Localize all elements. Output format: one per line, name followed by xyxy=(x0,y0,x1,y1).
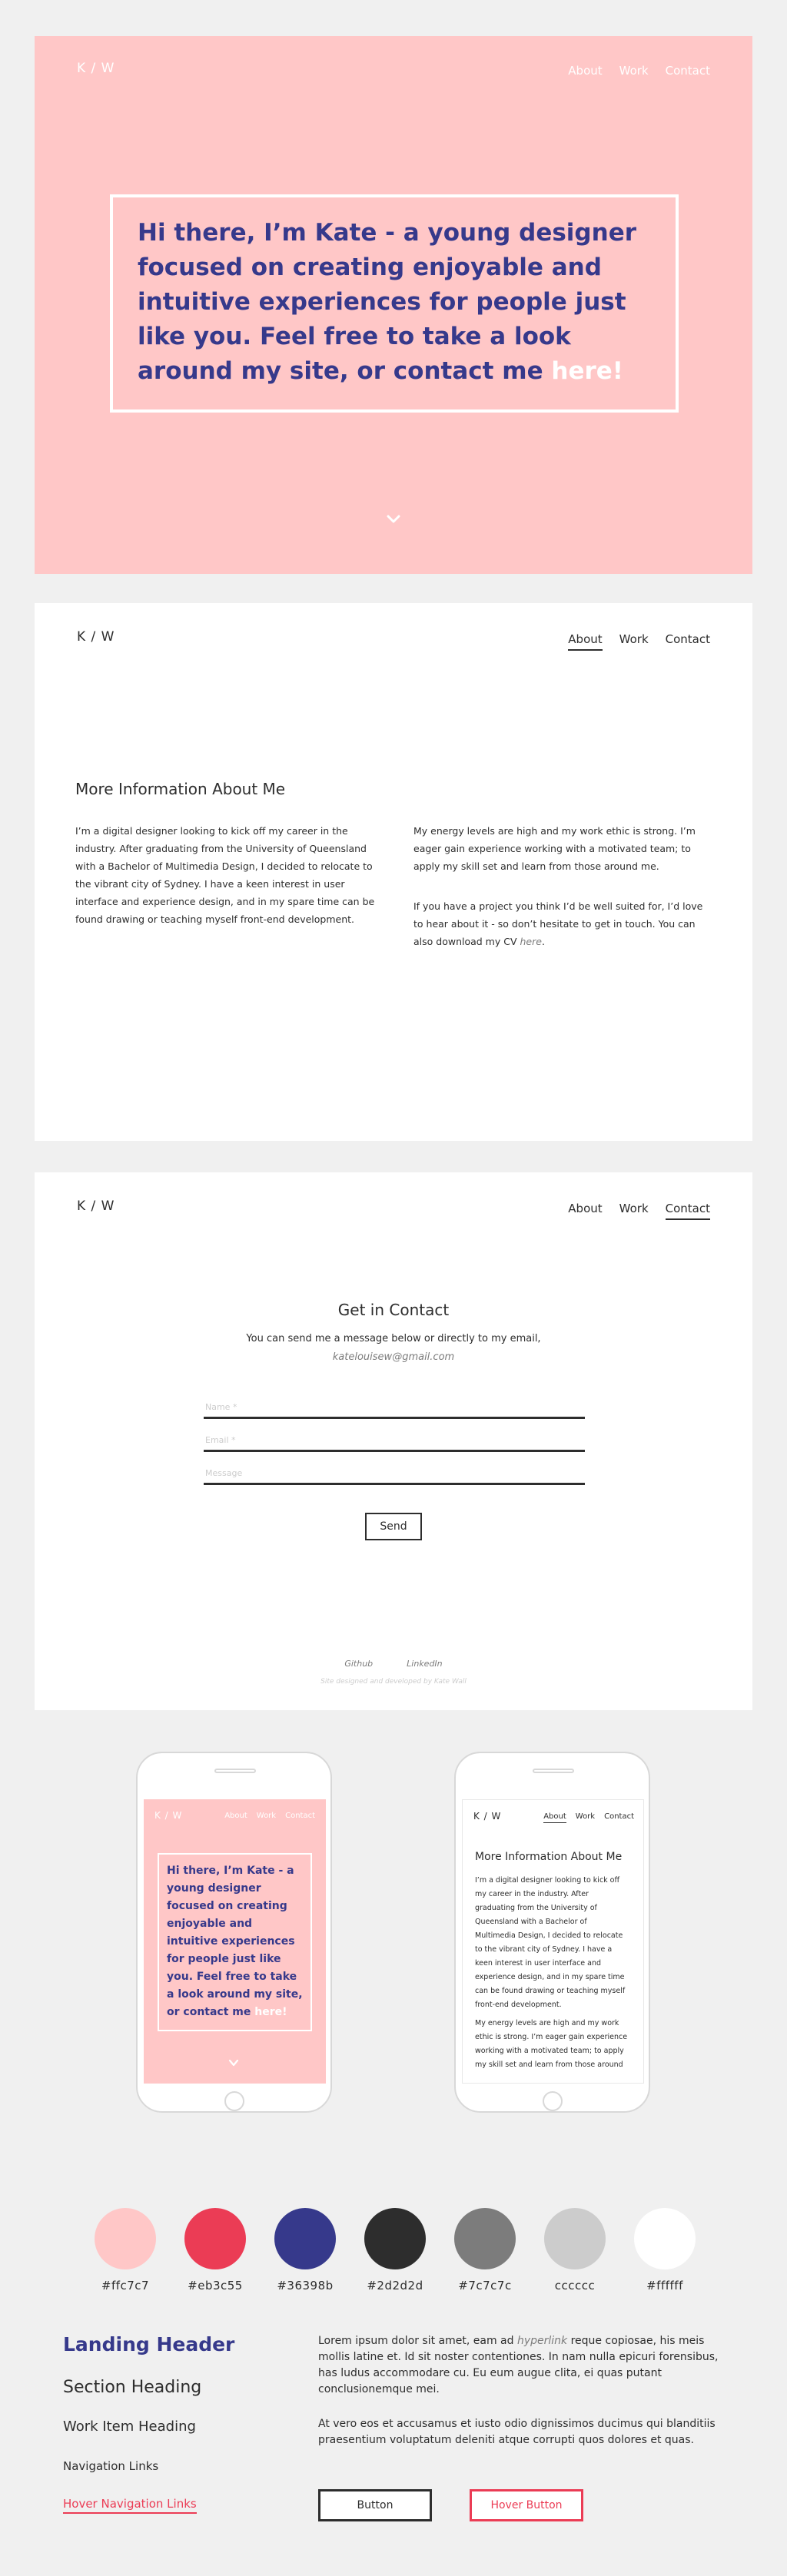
about-paragraph-2: My energy levels are high and my work et… xyxy=(413,825,696,872)
hero-intro-text: Hi there, I’m Kate - a young designer fo… xyxy=(138,216,651,389)
chevron-down-icon[interactable] xyxy=(385,510,402,527)
style-button[interactable]: Button xyxy=(318,2489,432,2521)
chevron-down-icon[interactable] xyxy=(228,2057,239,2068)
color-swatch xyxy=(454,2208,516,2269)
main-nav: About Work Contact xyxy=(568,64,710,81)
style-navigation-link[interactable]: Navigation Links xyxy=(63,2459,158,2473)
style-landing-header: Landing Header xyxy=(63,2333,235,2356)
main-nav: About Work Contact xyxy=(568,632,710,651)
hero-intro-box: Hi there, I’m Kate - a young designer fo… xyxy=(110,194,679,413)
mobile-hero-link[interactable]: here! xyxy=(254,2006,287,2018)
mobile-about-paragraph-2: My energy levels are high and my work et… xyxy=(475,2019,628,2069)
style-body-paragraph-1: Lorem ipsum dolor sit amet, eam ad hyper… xyxy=(318,2333,726,2398)
hero-contact-link[interactable]: here! xyxy=(551,357,623,385)
nav-link-contact[interactable]: Contact xyxy=(666,632,710,651)
color-swatch xyxy=(274,2208,336,2269)
mobile-nav-work[interactable]: Work xyxy=(257,1812,276,1822)
mobile-hero-text: Hi there, I’m Kate - a young designer fo… xyxy=(167,1865,303,2018)
about-paragraph-1: I’m a digital designer looking to kick o… xyxy=(75,825,375,925)
mobile-screen-hero: K / W About Work Contact Hi there, I’m K… xyxy=(144,1799,326,2084)
nav-link-about[interactable]: About xyxy=(568,1202,602,1220)
mobile-nav-about[interactable]: About xyxy=(543,1812,566,1823)
mobile-logo[interactable]: K / W xyxy=(154,1810,182,1821)
hero-section: K / W About Work Contact Hi there, I’m K… xyxy=(35,36,752,574)
style-hyperlink[interactable]: hyperlink xyxy=(517,2335,567,2347)
color-swatch xyxy=(544,2208,606,2269)
mobile-logo[interactable]: K / W xyxy=(473,1811,501,1822)
color-swatch-label: #2d2d2d xyxy=(367,2279,423,2293)
nav-link-work[interactable]: Work xyxy=(619,64,649,81)
message-field[interactable]: Message xyxy=(204,1465,585,1485)
color-swatch xyxy=(95,2208,156,2269)
style-body-text-a: Lorem ipsum dolor sit amet, eam ad xyxy=(318,2335,514,2347)
phone-home-button xyxy=(543,2091,563,2111)
mobile-nav: About Work Contact xyxy=(543,1812,634,1823)
footer-credit: Site designed and developed by Kate Wall xyxy=(320,1678,467,1686)
mobile-nav-contact[interactable]: Contact xyxy=(604,1812,634,1823)
about-section: K / W About Work Contact More Informatio… xyxy=(35,603,752,1141)
mobile-screen-about: K / W About Work Contact More Informatio… xyxy=(462,1799,644,2084)
nav-link-contact[interactable]: Contact xyxy=(666,64,710,81)
about-paragraph-3-end: . xyxy=(541,936,545,947)
mobile-about-paragraph-1: I’m a digital designer looking to kick o… xyxy=(475,1876,626,2009)
send-button[interactable]: Send xyxy=(365,1513,422,1540)
mobile-nav: About Work Contact xyxy=(224,1812,315,1822)
style-work-item-heading: Work Item Heading xyxy=(63,2419,196,2435)
nav-link-contact[interactable]: Contact xyxy=(665,1202,710,1220)
mobile-hero-box: Hi there, I’m Kate - a young designer fo… xyxy=(158,1853,312,2031)
footer-links: Github LinkedIn xyxy=(35,1659,752,1669)
contact-subtitle: You can send me a message below or direc… xyxy=(246,1333,541,1344)
main-nav: About Work Contact xyxy=(568,1202,710,1220)
color-swatch xyxy=(634,2208,696,2269)
color-swatch xyxy=(364,2208,426,2269)
mobile-nav-about[interactable]: About xyxy=(224,1812,247,1822)
style-body-paragraph-2: At vero eos et accusamus et iusto odio d… xyxy=(318,2418,716,2446)
color-swatch-label: cccccc xyxy=(554,2279,596,2293)
cv-download-link[interactable]: here xyxy=(520,936,542,947)
mobile-nav-work[interactable]: Work xyxy=(576,1812,595,1823)
color-swatch-label: #36398b xyxy=(277,2279,334,2293)
site-logo[interactable]: K / W xyxy=(77,629,115,645)
contact-heading: Get in Contact xyxy=(337,1301,450,1319)
style-hover-button[interactable]: Hover Button xyxy=(470,2489,583,2521)
color-swatch xyxy=(184,2208,246,2269)
nav-link-about[interactable]: About xyxy=(568,64,602,81)
github-link[interactable]: Github xyxy=(344,1659,373,1669)
about-paragraph-3-text: If you have a project you think I’d be w… xyxy=(413,900,703,947)
nav-link-work[interactable]: Work xyxy=(619,632,649,651)
style-section-heading: Section Heading xyxy=(63,2378,202,2397)
phone-speaker xyxy=(533,1769,574,1773)
contact-email-link[interactable]: katelouisew@gmail.com xyxy=(35,1351,752,1363)
phone-speaker xyxy=(214,1769,256,1773)
color-swatch-label: #ffc7c7 xyxy=(101,2279,150,2293)
color-swatch-label: #7c7c7c xyxy=(458,2279,512,2293)
color-swatch-label: #ffffff xyxy=(646,2279,683,2293)
site-logo[interactable]: K / W xyxy=(77,1198,115,1214)
name-field[interactable]: Name * xyxy=(204,1399,585,1419)
email-field[interactable]: Email * xyxy=(204,1432,585,1452)
mobile-mockup-hero: K / W About Work Contact Hi there, I’m K… xyxy=(136,1752,332,2113)
phone-home-button xyxy=(224,2091,244,2111)
site-logo[interactable]: K / W xyxy=(77,61,115,76)
mobile-mockup-about: K / W About Work Contact More Informatio… xyxy=(454,1752,650,2113)
style-hover-navigation-link[interactable]: Hover Navigation Links xyxy=(63,2497,197,2514)
about-heading: More Information About Me xyxy=(75,780,286,798)
mobile-nav-contact[interactable]: Contact xyxy=(285,1812,315,1822)
nav-link-work[interactable]: Work xyxy=(619,1202,649,1220)
nav-link-about[interactable]: About xyxy=(568,632,603,651)
about-paragraph-3: If you have a project you think I’d be w… xyxy=(413,897,713,950)
linkedin-link[interactable]: LinkedIn xyxy=(407,1659,443,1669)
mobile-about-heading: More Information About Me xyxy=(475,1851,623,1863)
color-swatch-label: #eb3c55 xyxy=(188,2279,243,2293)
contact-section: K / W About Work Contact Get in Contact … xyxy=(35,1172,752,1710)
